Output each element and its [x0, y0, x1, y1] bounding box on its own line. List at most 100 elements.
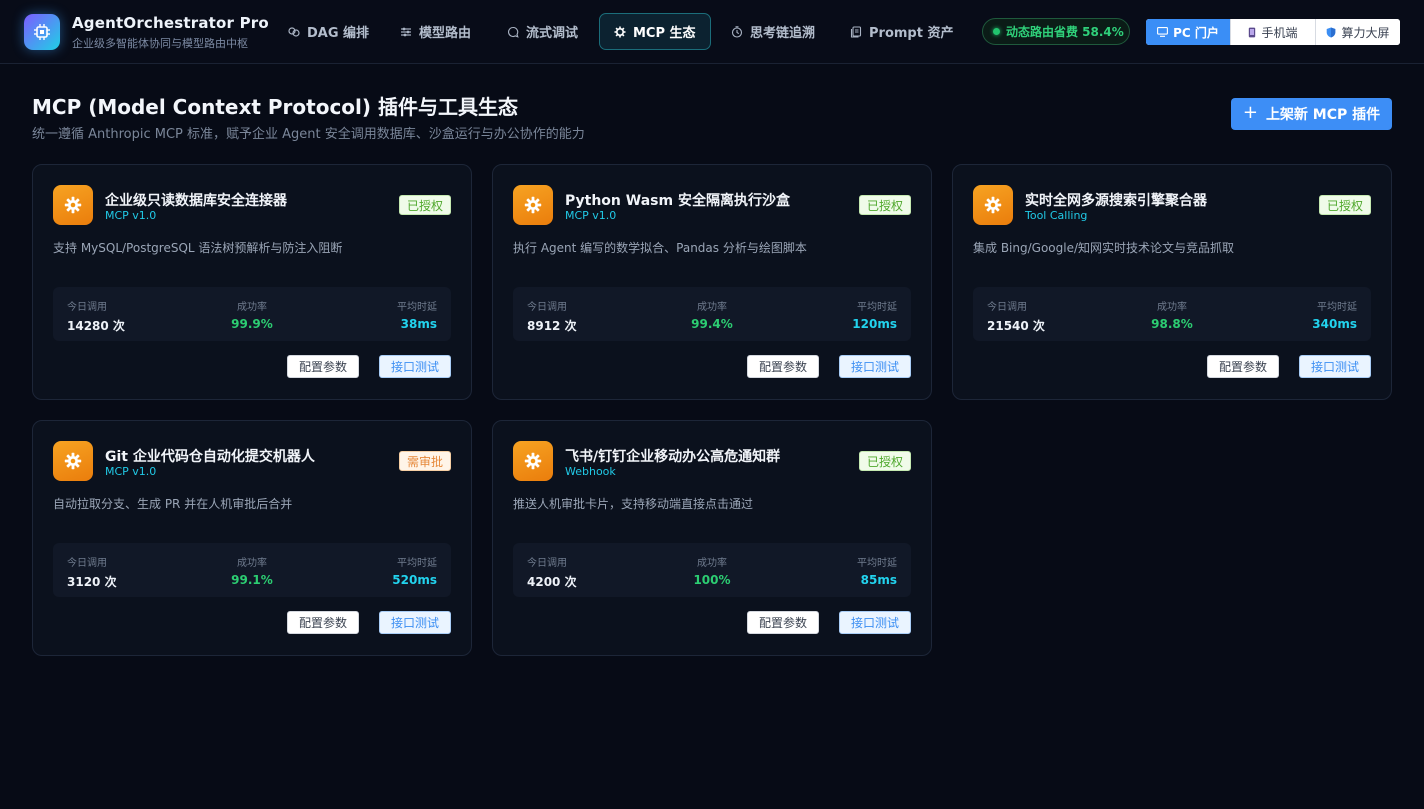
- plugin-stats-panel: 今日调用 4200 次 成功率 100% 平均时延 85ms: [513, 543, 911, 597]
- stat-avg-latency: 平均时延 340ms: [1312, 298, 1357, 331]
- stat-label: 平均时延: [1317, 302, 1357, 313]
- stat-label: 成功率: [697, 302, 727, 313]
- view-pc-portal-button[interactable]: PC 门户: [1146, 19, 1230, 45]
- api-test-button[interactable]: 接口测试: [839, 611, 911, 634]
- stat-value: 99.9%: [231, 317, 273, 331]
- tab-dag-orchestration[interactable]: DAG 编排: [273, 13, 384, 50]
- plugin-name: Git 企业代码仓自动化提交机器人: [105, 449, 315, 465]
- tab-label: 流式调试: [526, 26, 579, 41]
- top-navigation-bar: AgentOrchestrator Pro 企业级多智能体协同与模型路由中枢 D…: [0, 0, 1424, 64]
- stat-value: 98.8%: [1151, 317, 1193, 331]
- stat-success-rate: 成功率 99.9%: [53, 298, 451, 331]
- app-title: AgentOrchestrator Pro: [72, 14, 269, 32]
- plugin-protocol: MCP v1.0: [105, 465, 157, 478]
- plugin-name: 飞书/钉钉企业移动办公高危通知群: [565, 449, 781, 465]
- plugin-stats-panel: 今日调用 8912 次 成功率 99.4% 平均时延 120ms: [513, 287, 911, 341]
- stat-avg-latency: 平均时延 120ms: [852, 298, 897, 331]
- plugin-protocol: Webhook: [565, 465, 616, 478]
- configure-params-button[interactable]: 配置参数: [1207, 355, 1279, 378]
- plugin-description: 自动拉取分支、生成 PR 并在人机审批后合并: [53, 497, 293, 511]
- stat-value: 340ms: [1312, 317, 1357, 331]
- plugin-description: 支持 MySQL/PostgreSQL 语法树预解析与防注入阻断: [53, 241, 343, 255]
- monitor-icon: [1157, 27, 1169, 37]
- tab-prompt-assets[interactable]: Prompt 资产: [835, 13, 968, 50]
- plugin-card: 飞书/钉钉企业移动办公高危通知群 Webhook 已授权 推送人机审批卡片，支持…: [492, 420, 932, 656]
- api-test-button[interactable]: 接口测试: [1299, 355, 1371, 378]
- view-option-label: 手机端: [1261, 25, 1298, 40]
- stat-label: 平均时延: [397, 558, 437, 569]
- stat-success-rate: 成功率 99.1%: [53, 554, 451, 587]
- stat-value: 99.4%: [691, 317, 733, 331]
- view-compute-dashboard-button[interactable]: 算力大屏: [1315, 19, 1400, 45]
- stat-value: 100%: [693, 573, 731, 587]
- stat-success-rate: 成功率 99.4%: [513, 298, 911, 331]
- authorization-status-badge: 需审批: [398, 451, 451, 471]
- plugin-name: 企业级只读数据库安全连接器: [105, 193, 287, 209]
- stat-label: 成功率: [697, 558, 727, 569]
- plugin-name: 实时全网多源搜索引擎聚合器: [1025, 193, 1207, 209]
- tab-label: Prompt 资产: [869, 26, 954, 41]
- routing-savings-badge: 动态路由省费 58.4%: [982, 18, 1130, 45]
- plugin-stats-panel: 今日调用 3120 次 成功率 99.1% 平均时延 520ms: [53, 543, 451, 597]
- document-icon: [850, 25, 862, 38]
- api-test-button[interactable]: 接口测试: [839, 355, 911, 378]
- chat-bubble-icon: [508, 26, 519, 38]
- tab-stream-debug[interactable]: 流式调试: [492, 13, 593, 50]
- stat-value: 99.1%: [231, 573, 273, 587]
- chip-logo-icon: [24, 14, 60, 50]
- stat-avg-latency: 平均时延 85ms: [857, 554, 897, 587]
- plugin-protocol: MCP v1.0: [565, 209, 617, 222]
- authorization-status-badge: 已授权: [1318, 195, 1371, 215]
- routing-savings-label: 动态路由省费 58.4%: [1006, 25, 1124, 39]
- plugin-protocol: Tool Calling: [1025, 209, 1088, 222]
- plugin-description: 推送人机审批卡片，支持移动端直接点击通过: [513, 497, 754, 511]
- api-test-button[interactable]: 接口测试: [379, 611, 451, 634]
- app-subtitle: 企业级多智能体协同与模型路由中枢: [72, 37, 248, 50]
- configure-params-button[interactable]: 配置参数: [287, 611, 359, 634]
- page-description: 统一遵循 Anthropic MCP 标准，赋予企业 Agent 安全调用数据库…: [32, 127, 585, 142]
- plugin-stats-panel: 今日调用 21540 次 成功率 98.8% 平均时延 340ms: [973, 287, 1371, 341]
- tab-mcp-ecosystem[interactable]: MCP 生态: [599, 13, 711, 50]
- view-mode-switch: PC 门户 手机端 算力大屏: [1146, 19, 1400, 45]
- plugin-stats-panel: 今日调用 14280 次 成功率 99.9% 平均时延 38ms: [53, 287, 451, 341]
- shield-icon: [1327, 27, 1336, 37]
- authorization-status-badge: 已授权: [858, 195, 911, 215]
- page-title: MCP (Model Context Protocol) 插件与工具生态: [32, 95, 519, 119]
- stat-label: 成功率: [1157, 302, 1187, 313]
- plugin-gear-icon: [53, 185, 93, 225]
- status-dot-icon: [993, 28, 1000, 35]
- plugin-gear-icon: [53, 441, 93, 481]
- configure-params-button[interactable]: 配置参数: [747, 355, 819, 378]
- plugin-gear-icon: [973, 185, 1013, 225]
- stat-avg-latency: 平均时延 38ms: [397, 298, 437, 331]
- plugin-card: 实时全网多源搜索引擎聚合器 Tool Calling 已授权 集成 Bing/G…: [952, 164, 1392, 400]
- view-mobile-button[interactable]: 手机端: [1230, 19, 1315, 45]
- workflow-icon: [288, 26, 300, 37]
- view-option-label: 算力大屏: [1341, 25, 1390, 40]
- tab-thought-chain-trace[interactable]: 思考链追溯: [716, 13, 830, 50]
- plugin-card: 企业级只读数据库安全连接器 MCP v1.0 已授权 支持 MySQL/Post…: [32, 164, 472, 400]
- plugin-gear-icon: [513, 185, 553, 225]
- api-test-button[interactable]: 接口测试: [379, 355, 451, 378]
- plugin-card: Python Wasm 安全隔离执行沙盒 MCP v1.0 已授权 执行 Age…: [492, 164, 932, 400]
- tab-label: 模型路由: [419, 26, 472, 41]
- stat-avg-latency: 平均时延 520ms: [392, 554, 437, 587]
- sliders-icon: [401, 27, 411, 36]
- plugin-gear-icon: [513, 441, 553, 481]
- configure-params-button[interactable]: 配置参数: [747, 611, 819, 634]
- publish-mcp-plugin-button[interactable]: + 上架新 MCP 插件: [1231, 98, 1392, 130]
- stat-label: 成功率: [237, 302, 267, 313]
- tab-model-routing[interactable]: 模型路由: [385, 13, 486, 50]
- stat-value: 120ms: [852, 317, 897, 331]
- plugin-description: 执行 Agent 编写的数学拟合、Pandas 分析与绘图脚本: [513, 241, 807, 255]
- view-option-label: PC 门户: [1173, 25, 1219, 40]
- authorization-status-badge: 已授权: [398, 195, 451, 215]
- plugin-description: 集成 Bing/Google/知网实时技术论文与竞品抓取: [973, 241, 1235, 255]
- plugin-protocol: MCP v1.0: [105, 209, 157, 222]
- configure-params-button[interactable]: 配置参数: [287, 355, 359, 378]
- tab-label: MCP 生态: [633, 26, 696, 41]
- tab-label: 思考链追溯: [750, 26, 816, 41]
- stat-label: 成功率: [237, 558, 267, 569]
- stat-label: 平均时延: [857, 302, 897, 313]
- gear-icon: [614, 26, 626, 37]
